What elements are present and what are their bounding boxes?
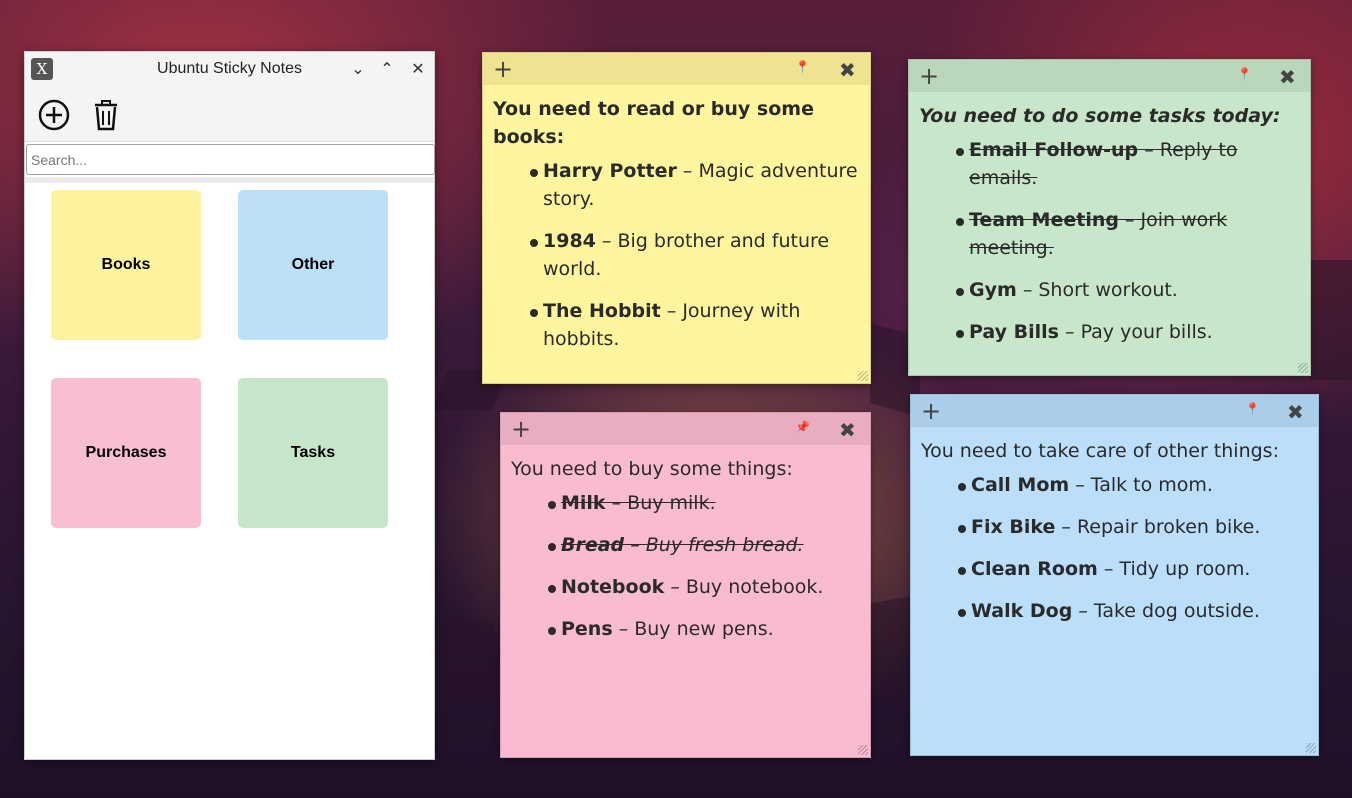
note-toolbar[interactable]: + 📍 ✖ [909,60,1310,92]
item-desc: – Repair broken bike. [1055,516,1261,538]
close-note-icon[interactable]: ✖ [1279,63,1296,91]
list-item: The Hobbit – Journey with hobbits. [530,297,860,353]
item-title: Walk Dog [971,600,1073,622]
item-title: The Hobbit [543,300,661,322]
note-purchases[interactable]: + 📌 ✖ You need to buy some things: Milk … [500,412,871,758]
resize-grip[interactable] [858,371,868,381]
add-note-icon[interactable]: + [919,62,939,90]
resize-grip[interactable] [1306,743,1316,753]
list-item: Clean Room – Tidy up room. [958,555,1308,583]
item-title: Pens [561,618,613,640]
close-button[interactable]: ✕ [407,58,429,80]
item-desc: – Take dog outside. [1072,600,1260,622]
toolbar [25,86,434,142]
list-item: 1984 – Big brother and future world. [530,227,860,283]
item-desc: – Pay your bills. [1058,321,1213,343]
tile-books[interactable]: Books [51,190,201,340]
note-books[interactable]: + 📍 ✖ You need to read or buy some books… [482,52,871,384]
item-desc: – Tidy up room. [1097,558,1251,580]
list-item: Pens – Buy new pens. [548,615,860,643]
list-item: Walk Dog – Take dog outside. [958,597,1308,625]
titlebar[interactable]: X Ubuntu Sticky Notes ⌄ ⌃ ✕ [25,52,434,86]
add-note-icon[interactable]: + [493,55,513,83]
background-shard [1310,260,1352,380]
item-title: Call Mom [971,474,1070,496]
item-title: Gym [969,279,1017,301]
item-title: Team Meeting [969,209,1119,231]
tile-tasks[interactable]: Tasks [238,378,388,528]
list-item: Gym – Short workout. [956,276,1300,304]
note-toolbar[interactable]: + 📌 ✖ [501,413,870,445]
note-content[interactable]: You need to read or buy some books: Harr… [483,85,870,377]
pin-icon[interactable]: 📍 [795,60,810,74]
item-desc: – Talk to mom. [1069,474,1213,496]
note-list: Milk – Buy milk. Bread – Buy fresh bread… [511,489,860,643]
list-item: Email Follow-up – Reply to emails. [956,136,1300,192]
list-item: Fix Bike – Repair broken bike. [958,513,1308,541]
background-shard [432,620,508,700]
resize-grip[interactable] [858,745,868,755]
item-desc: – Short workout. [1016,279,1178,301]
item-title: Bread [561,534,625,556]
list-item: Pay Bills – Pay your bills. [956,318,1300,346]
tile-other[interactable]: Other [238,190,388,340]
list-item: Milk – Buy milk. [548,489,860,517]
add-note-icon[interactable]: + [921,397,941,425]
list-item: Harry Potter – Magic adventure story. [530,157,860,213]
item-title: Clean Room [971,558,1098,580]
close-note-icon[interactable]: ✖ [839,416,856,444]
sticky-notes-window: X Ubuntu Sticky Notes ⌄ ⌃ ✕ Books Other … [24,51,435,760]
note-heading: You need to do some tasks today: [919,105,1281,127]
item-title: Fix Bike [971,516,1056,538]
list-item: Notebook – Buy notebook. [548,573,860,601]
note-toolbar[interactable]: + 📍 ✖ [911,395,1318,427]
window-title: Ubuntu Sticky Notes [157,60,302,77]
note-content[interactable]: You need to take care of other things: C… [911,427,1318,649]
note-content[interactable]: You need to buy some things: Milk – Buy … [501,445,870,667]
item-title: Milk [561,492,606,514]
note-content[interactable]: You need to do some tasks today: Email F… [909,92,1310,370]
tile-purchases[interactable]: Purchases [51,378,201,528]
close-note-icon[interactable]: ✖ [839,56,856,84]
note-heading: You need to buy some things: [511,458,793,480]
note-heading: You need to read or buy some books: [493,98,814,148]
item-title: Harry Potter [543,160,677,182]
note-list: Call Mom – Talk to mom. Fix Bike – Repai… [921,471,1308,625]
list-item: Call Mom – Talk to mom. [958,471,1308,499]
minimize-button[interactable]: ⌄ [347,58,369,80]
search-input[interactable] [26,144,435,175]
background-shard [870,596,910,704]
add-note-button[interactable] [37,98,71,132]
pin-icon[interactable]: 📌 [795,420,810,434]
note-tasks[interactable]: + 📍 ✖ You need to do some tasks today: E… [908,59,1311,376]
item-desc: – Buy milk. [605,492,716,514]
item-desc: – Buy new pens. [612,618,774,640]
list-item: Bread – Buy fresh bread. [548,531,860,559]
pin-icon[interactable]: 📍 [1237,67,1252,81]
item-title: 1984 [543,230,596,252]
item-title: Notebook [561,576,665,598]
maximize-button[interactable]: ⌃ [376,58,398,80]
list-item: Team Meeting – Join work meeting. [956,206,1300,262]
close-note-icon[interactable]: ✖ [1287,398,1304,426]
note-list: Email Follow-up – Reply to emails. Team … [919,136,1300,346]
grid-divider [25,177,434,183]
note-other[interactable]: + 📍 ✖ You need to take care of other thi… [910,394,1319,756]
note-toolbar[interactable]: + 📍 ✖ [483,53,870,85]
item-desc: – Buy notebook. [664,576,824,598]
item-title: Email Follow-up [969,139,1139,161]
delete-note-button[interactable] [89,98,123,132]
add-note-icon[interactable]: + [511,415,531,443]
item-desc: – Buy fresh bread. [624,534,804,556]
note-list: Harry Potter – Magic adventure story. 19… [493,157,860,353]
note-heading: You need to take care of other things: [921,440,1279,462]
item-title: Pay Bills [969,321,1059,343]
resize-grip[interactable] [1298,363,1308,373]
pin-icon[interactable]: 📍 [1245,402,1260,416]
